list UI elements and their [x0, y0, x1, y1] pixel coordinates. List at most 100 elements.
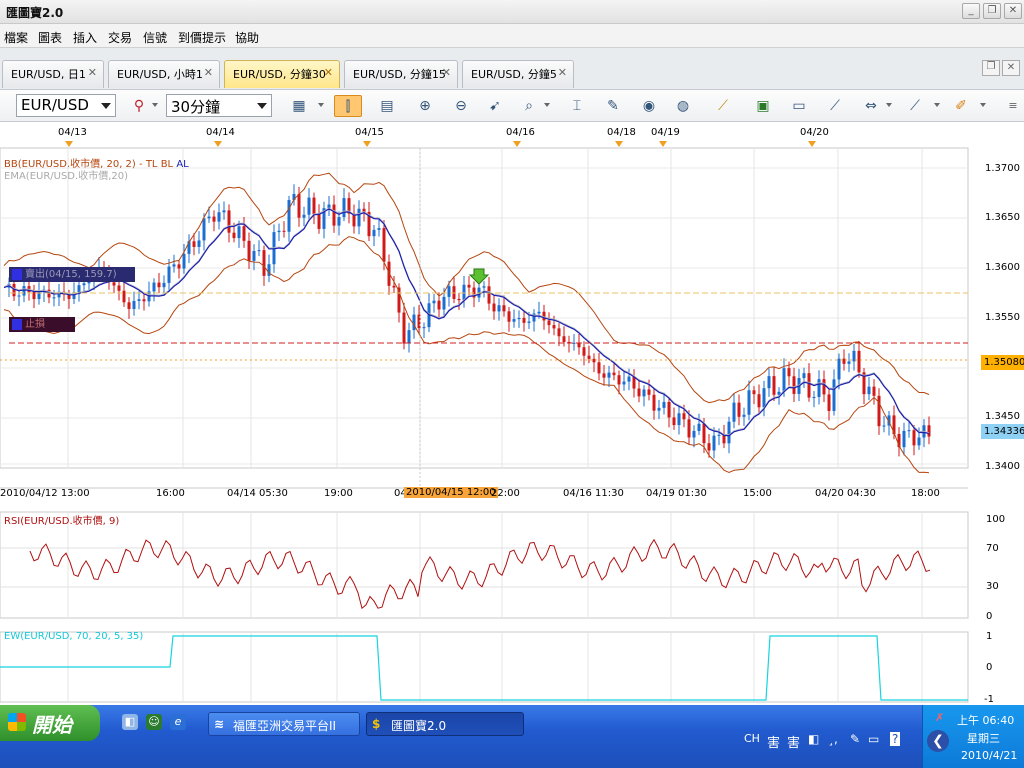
- menu-chart[interactable]: 圖表: [38, 29, 62, 46]
- ruler-icon[interactable]: ⟋: [712, 95, 734, 117]
- zoom-area-icon[interactable]: ⌕: [518, 95, 540, 117]
- tab-15min[interactable]: EUR/USD, 分鐘15 ✕: [344, 60, 458, 88]
- candle-body: [302, 214, 306, 218]
- start-button[interactable]: 開始: [0, 705, 100, 741]
- candle-body: [672, 417, 676, 426]
- menu-signal[interactable]: 信號: [143, 29, 167, 46]
- candle-body: [317, 214, 321, 229]
- candle-body: [432, 300, 436, 304]
- channel-icon[interactable]: ⇔: [860, 95, 882, 117]
- symbol-select[interactable]: EUR/USD: [16, 94, 116, 117]
- window-icon[interactable]: ▭: [788, 95, 810, 117]
- chart-type-icon[interactable]: ▦: [288, 95, 310, 117]
- candle-body: [457, 298, 461, 301]
- dropdown-arrow-icon[interactable]: [934, 103, 940, 107]
- candle-body: [847, 361, 851, 364]
- ime-keyboard-icon[interactable]: ▭: [868, 732, 879, 746]
- symbol-search-icon[interactable]: ⚲: [128, 95, 150, 117]
- quicklaunch-messenger-icon[interactable]: ☺: [146, 714, 162, 730]
- ime-language[interactable]: CH: [744, 732, 760, 745]
- quicklaunch-desktop-icon[interactable]: ◧: [122, 714, 138, 730]
- edit-icon[interactable]: ✎: [602, 95, 624, 117]
- ime-punct-icon[interactable]: ¸,: [828, 732, 838, 746]
- quicklaunch-ie-icon[interactable]: e: [170, 714, 186, 730]
- dropdown-arrow-icon[interactable]: [318, 103, 324, 107]
- dropdown-arrow-icon[interactable]: [152, 103, 158, 107]
- candle-body: [142, 299, 146, 302]
- order-color-swatch: [12, 268, 22, 280]
- dropdown-arrow-icon[interactable]: [544, 103, 550, 107]
- ime-help-icon[interactable]: ?: [890, 732, 901, 746]
- candle-body: [487, 286, 491, 304]
- ime-mode-a[interactable]: 害: [767, 732, 780, 751]
- tab-daily[interactable]: EUR/USD, 日1 ✕: [2, 60, 104, 88]
- rsi-y-tick: 0: [986, 611, 993, 622]
- close-icon[interactable]: ✕: [204, 66, 213, 79]
- menu-price-alert[interactable]: 到價提示: [178, 29, 226, 46]
- candle-body: [337, 217, 341, 226]
- price-chart-area[interactable]: [0, 144, 1024, 705]
- candle-body: [647, 389, 651, 395]
- candle-body: [802, 373, 806, 379]
- cursor-icon[interactable]: ➹: [484, 95, 506, 117]
- candle-body: [182, 253, 186, 269]
- dropdown-arrow-icon[interactable]: [980, 103, 986, 107]
- dropdown-arrow-icon[interactable]: [886, 103, 892, 107]
- candle-body: [232, 232, 236, 239]
- stop-order-tag[interactable]: 止損(50.1): [9, 317, 75, 332]
- close-icon[interactable]: ✕: [442, 66, 451, 79]
- ime-pen-icon[interactable]: ✎: [850, 732, 860, 746]
- tab-label: EUR/USD, 日1: [11, 68, 86, 81]
- x-tick-label: 16:00: [156, 488, 185, 499]
- candle-body: [812, 396, 816, 398]
- trendline-icon[interactable]: ⟋: [824, 95, 846, 117]
- menu-insert[interactable]: 插入: [73, 29, 97, 46]
- tab-restore-icon[interactable]: ❐: [982, 60, 1000, 76]
- sell-order-tag[interactable]: 賣出(04/15, 159.7): [9, 267, 135, 282]
- draw-line-icon[interactable]: ⟋: [904, 95, 926, 117]
- tab-5min[interactable]: EUR/USD, 分鐘5 ✕: [462, 60, 574, 88]
- taskbar-item-charting-app[interactable]: $ 匯圖寶2.0: [366, 712, 524, 736]
- close-icon[interactable]: ✕: [558, 66, 567, 79]
- pen-icon[interactable]: ✐: [950, 95, 972, 117]
- tray-back-icon[interactable]: ❮: [927, 730, 949, 752]
- tab-30min[interactable]: EUR/USD, 分鐘30 ✕: [224, 60, 340, 88]
- ime-half-width-icon[interactable]: ◧: [808, 732, 819, 746]
- restore-button[interactable]: ❐: [983, 3, 1001, 19]
- clock-time[interactable]: 上午 06:40: [957, 712, 1014, 728]
- crosshair-icon[interactable]: ⌶: [566, 95, 588, 117]
- minimize-button[interactable]: _: [962, 3, 980, 19]
- close-icon[interactable]: ✕: [324, 66, 333, 79]
- candle-body: [17, 295, 21, 297]
- candle-body: [902, 430, 906, 448]
- zoom-out-icon[interactable]: ⊖: [450, 95, 472, 117]
- view-icon[interactable]: ◉: [638, 95, 660, 117]
- candle-body: [627, 376, 631, 382]
- tab-label: EUR/USD, 分鐘15: [353, 68, 446, 81]
- candle-body: [722, 434, 726, 444]
- ime-mode-b[interactable]: 害: [787, 732, 800, 751]
- taskbar-item-trading-platform[interactable]: ≋ 福匯亞洲交易平台II: [208, 712, 360, 736]
- tray-alert-icon[interactable]: ✗: [935, 711, 944, 724]
- image-icon[interactable]: ▣: [752, 95, 774, 117]
- tab-hourly[interactable]: EUR/USD, 小時1 ✕: [108, 60, 220, 88]
- candle-body: [677, 413, 681, 426]
- candle-body: [637, 388, 641, 397]
- date-marker: 04/16: [506, 127, 535, 138]
- globe-icon[interactable]: ◍: [672, 95, 694, 117]
- menu-trade[interactable]: 交易: [108, 29, 132, 46]
- tab-close-icon[interactable]: ✕: [1002, 60, 1020, 76]
- close-button[interactable]: ✕: [1004, 3, 1022, 19]
- properties-icon[interactable]: ▤: [376, 95, 398, 117]
- menu-file[interactable]: 檔案: [4, 29, 28, 46]
- close-icon[interactable]: ✕: [88, 66, 97, 79]
- candle-body: [592, 358, 596, 363]
- menu-help[interactable]: 協助: [235, 29, 259, 46]
- candle-body: [602, 373, 606, 378]
- timeframe-select[interactable]: 30分鐘: [166, 94, 272, 117]
- more-icon[interactable]: ≡: [1002, 95, 1024, 117]
- date-marker: 04/14: [206, 127, 235, 138]
- bar-chart-icon[interactable]: ⫿: [334, 95, 362, 117]
- candle-body: [172, 264, 176, 267]
- zoom-in-icon[interactable]: ⊕: [414, 95, 436, 117]
